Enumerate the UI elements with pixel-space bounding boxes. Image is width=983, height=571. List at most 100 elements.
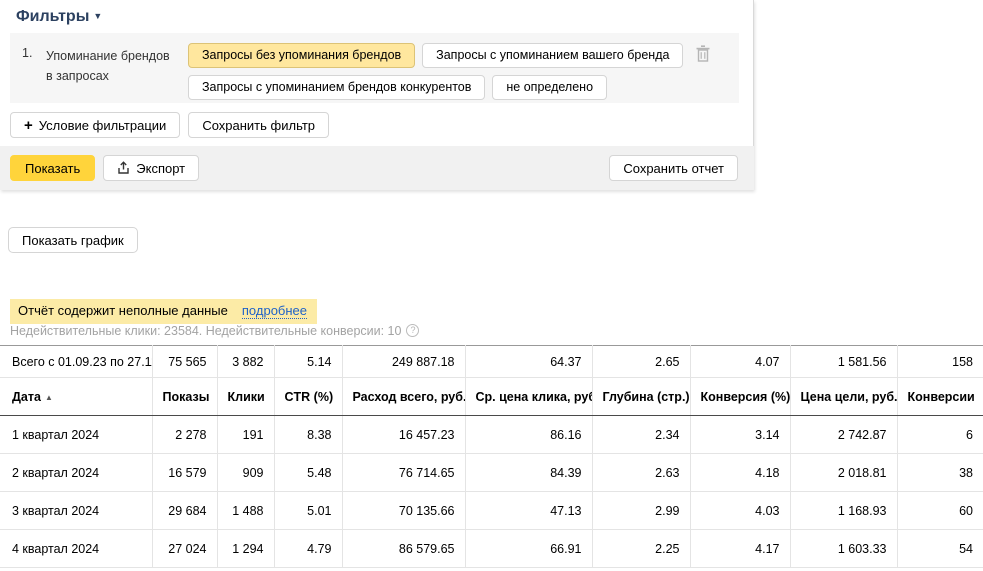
date-cell: 1 квартал 2024 [0, 416, 152, 454]
show-report-button[interactable]: Показать [10, 155, 95, 181]
table-row: 3 квартал 202429 6841 4885.0170 135.6647… [0, 492, 983, 530]
column-header[interactable]: Ср. цена клика, руб. [465, 378, 592, 416]
column-header[interactable]: Конверсии [897, 378, 983, 416]
filters-panel: Фильтры ▼ 1. Упоминание брендов в запроса… [0, 0, 754, 190]
value-cell: 86 579.65 [342, 530, 465, 568]
column-header-label: Конверсии [908, 390, 975, 404]
totals-cell: 249 887.18 [342, 346, 465, 378]
invalid-note-text: Недействительные клики: 23584. Недействи… [10, 324, 401, 338]
column-header-label: Клики [228, 390, 265, 404]
column-header-label: CTR (%) [285, 390, 334, 404]
save-filter-label: Сохранить фильтр [202, 118, 315, 133]
totals-cell: Всего с 01.09.23 по 27.11.24 [0, 346, 152, 378]
show-graph-button[interactable]: Показать график [8, 227, 138, 253]
date-cell: 2 квартал 2024 [0, 454, 152, 492]
value-cell: 191 [217, 416, 274, 454]
filter-chip[interactable]: Запросы без упоминания брендов [188, 43, 415, 68]
value-cell: 86.16 [465, 416, 592, 454]
invalid-clicks-note: Недействительные клики: 23584. Недействи… [10, 324, 419, 338]
filter-chip[interactable]: не определено [492, 75, 607, 100]
column-header[interactable]: Конверсия (%) [690, 378, 790, 416]
column-header-label: Цена цели, руб. [801, 390, 898, 404]
column-header[interactable]: Клики [217, 378, 274, 416]
filter-chip[interactable]: Запросы с упоминанием вашего бренда [422, 43, 683, 68]
value-cell: 70 135.66 [342, 492, 465, 530]
value-cell: 2.99 [592, 492, 690, 530]
value-cell: 4.18 [690, 454, 790, 492]
value-cell: 1 168.93 [790, 492, 897, 530]
totals-cell: 158 [897, 346, 983, 378]
value-cell: 2.34 [592, 416, 690, 454]
value-cell: 1 488 [217, 492, 274, 530]
value-cell: 5.01 [274, 492, 342, 530]
value-cell: 2.63 [592, 454, 690, 492]
value-cell: 47.13 [465, 492, 592, 530]
filter-chips-group: Запросы без упоминания брендов Запросы с … [174, 43, 727, 100]
column-header-label: Дата [12, 390, 41, 404]
value-cell: 2 278 [152, 416, 217, 454]
add-filter-condition-button[interactable]: + Условие фильтрации [10, 112, 180, 138]
value-cell: 4.03 [690, 492, 790, 530]
save-filter-button[interactable]: Сохранить фильтр [188, 112, 329, 138]
sort-ascending-icon: ▲ [45, 393, 53, 402]
value-cell: 54 [897, 530, 983, 568]
plus-icon: + [24, 118, 33, 133]
filters-section-toggle[interactable]: Фильтры ▼ [16, 8, 102, 26]
column-header[interactable]: Глубина (стр.) [592, 378, 690, 416]
add-filter-condition-label: Условие фильтрации [39, 118, 167, 133]
value-cell: 76 714.65 [342, 454, 465, 492]
totals-cell: 1 581.56 [790, 346, 897, 378]
totals-cell: 75 565 [152, 346, 217, 378]
delete-filter-icon[interactable] [695, 45, 711, 63]
value-cell: 16 457.23 [342, 416, 465, 454]
value-cell: 27 024 [152, 530, 217, 568]
totals-cell: 64.37 [465, 346, 592, 378]
totals-row: Всего с 01.09.23 по 27.11.2475 5653 8825… [0, 346, 983, 378]
report-action-bar: Показать Экспорт Сохранить отчет [0, 146, 754, 190]
table-row: 1 квартал 20242 2781918.3816 457.2386.16… [0, 416, 983, 454]
column-header-label: Конверсия (%) [701, 390, 791, 404]
table-header-row: Дата ▲ Показы Клики CTR (%) Расход всего, руб… [0, 378, 983, 416]
value-cell: 3.14 [690, 416, 790, 454]
column-header[interactable]: Дата ▲ [0, 378, 152, 416]
value-cell: 60 [897, 492, 983, 530]
filter-row-number: 1. [22, 43, 46, 60]
report-page: Фильтры ▼ 1. Упоминание брендов в запроса… [0, 0, 983, 571]
column-header[interactable]: CTR (%) [274, 378, 342, 416]
help-icon[interactable]: ? [406, 324, 419, 337]
warning-text: Отчёт содержит неполные данные [18, 303, 228, 318]
save-report-button[interactable]: Сохранить отчет [609, 155, 738, 181]
value-cell: 16 579 [152, 454, 217, 492]
chevron-down-icon: ▼ [93, 11, 102, 21]
export-icon [117, 161, 130, 176]
save-report-label: Сохранить отчет [623, 161, 724, 176]
statistics-table: Всего с 01.09.23 по 27.11.2475 5653 882 5… [0, 345, 983, 568]
column-header[interactable]: Показы [152, 378, 217, 416]
incomplete-data-warning: Отчёт содержит неполные данные подробнее [10, 299, 317, 324]
value-cell: 38 [897, 454, 983, 492]
export-label: Экспорт [136, 161, 185, 176]
value-cell: 2 742.87 [790, 416, 897, 454]
date-cell: 4 квартал 2024 [0, 530, 152, 568]
table-row: 4 квартал 202427 0241 2944.7986 579.6566… [0, 530, 983, 568]
value-cell: 66.91 [465, 530, 592, 568]
column-header[interactable]: Цена цели, руб. [790, 378, 897, 416]
column-header-label: Глубина (стр.) [603, 390, 690, 404]
details-link[interactable]: подробнее [242, 303, 307, 319]
filter-buttons: + Условие фильтрации Сохранить фильтр [10, 112, 329, 138]
value-cell: 8.38 [274, 416, 342, 454]
value-cell: 6 [897, 416, 983, 454]
column-header[interactable]: Расход всего, руб. [342, 378, 465, 416]
filters-title-label: Фильтры [16, 8, 89, 25]
totals-cell: 3 882 [217, 346, 274, 378]
value-cell: 1 294 [217, 530, 274, 568]
filter-condition-row: 1. Упоминание брендов в запросах Запросы… [10, 33, 739, 103]
value-cell: 84.39 [465, 454, 592, 492]
column-header-label: Показы [163, 390, 210, 404]
date-cell: 3 квартал 2024 [0, 492, 152, 530]
totals-cell: 2.65 [592, 346, 690, 378]
totals-cell: 4.07 [690, 346, 790, 378]
filter-chip[interactable]: Запросы с упоминанием брендов конкуренто… [188, 75, 485, 100]
column-header-label: Ср. цена клика, руб. [476, 390, 593, 404]
export-button[interactable]: Экспорт [103, 155, 199, 181]
